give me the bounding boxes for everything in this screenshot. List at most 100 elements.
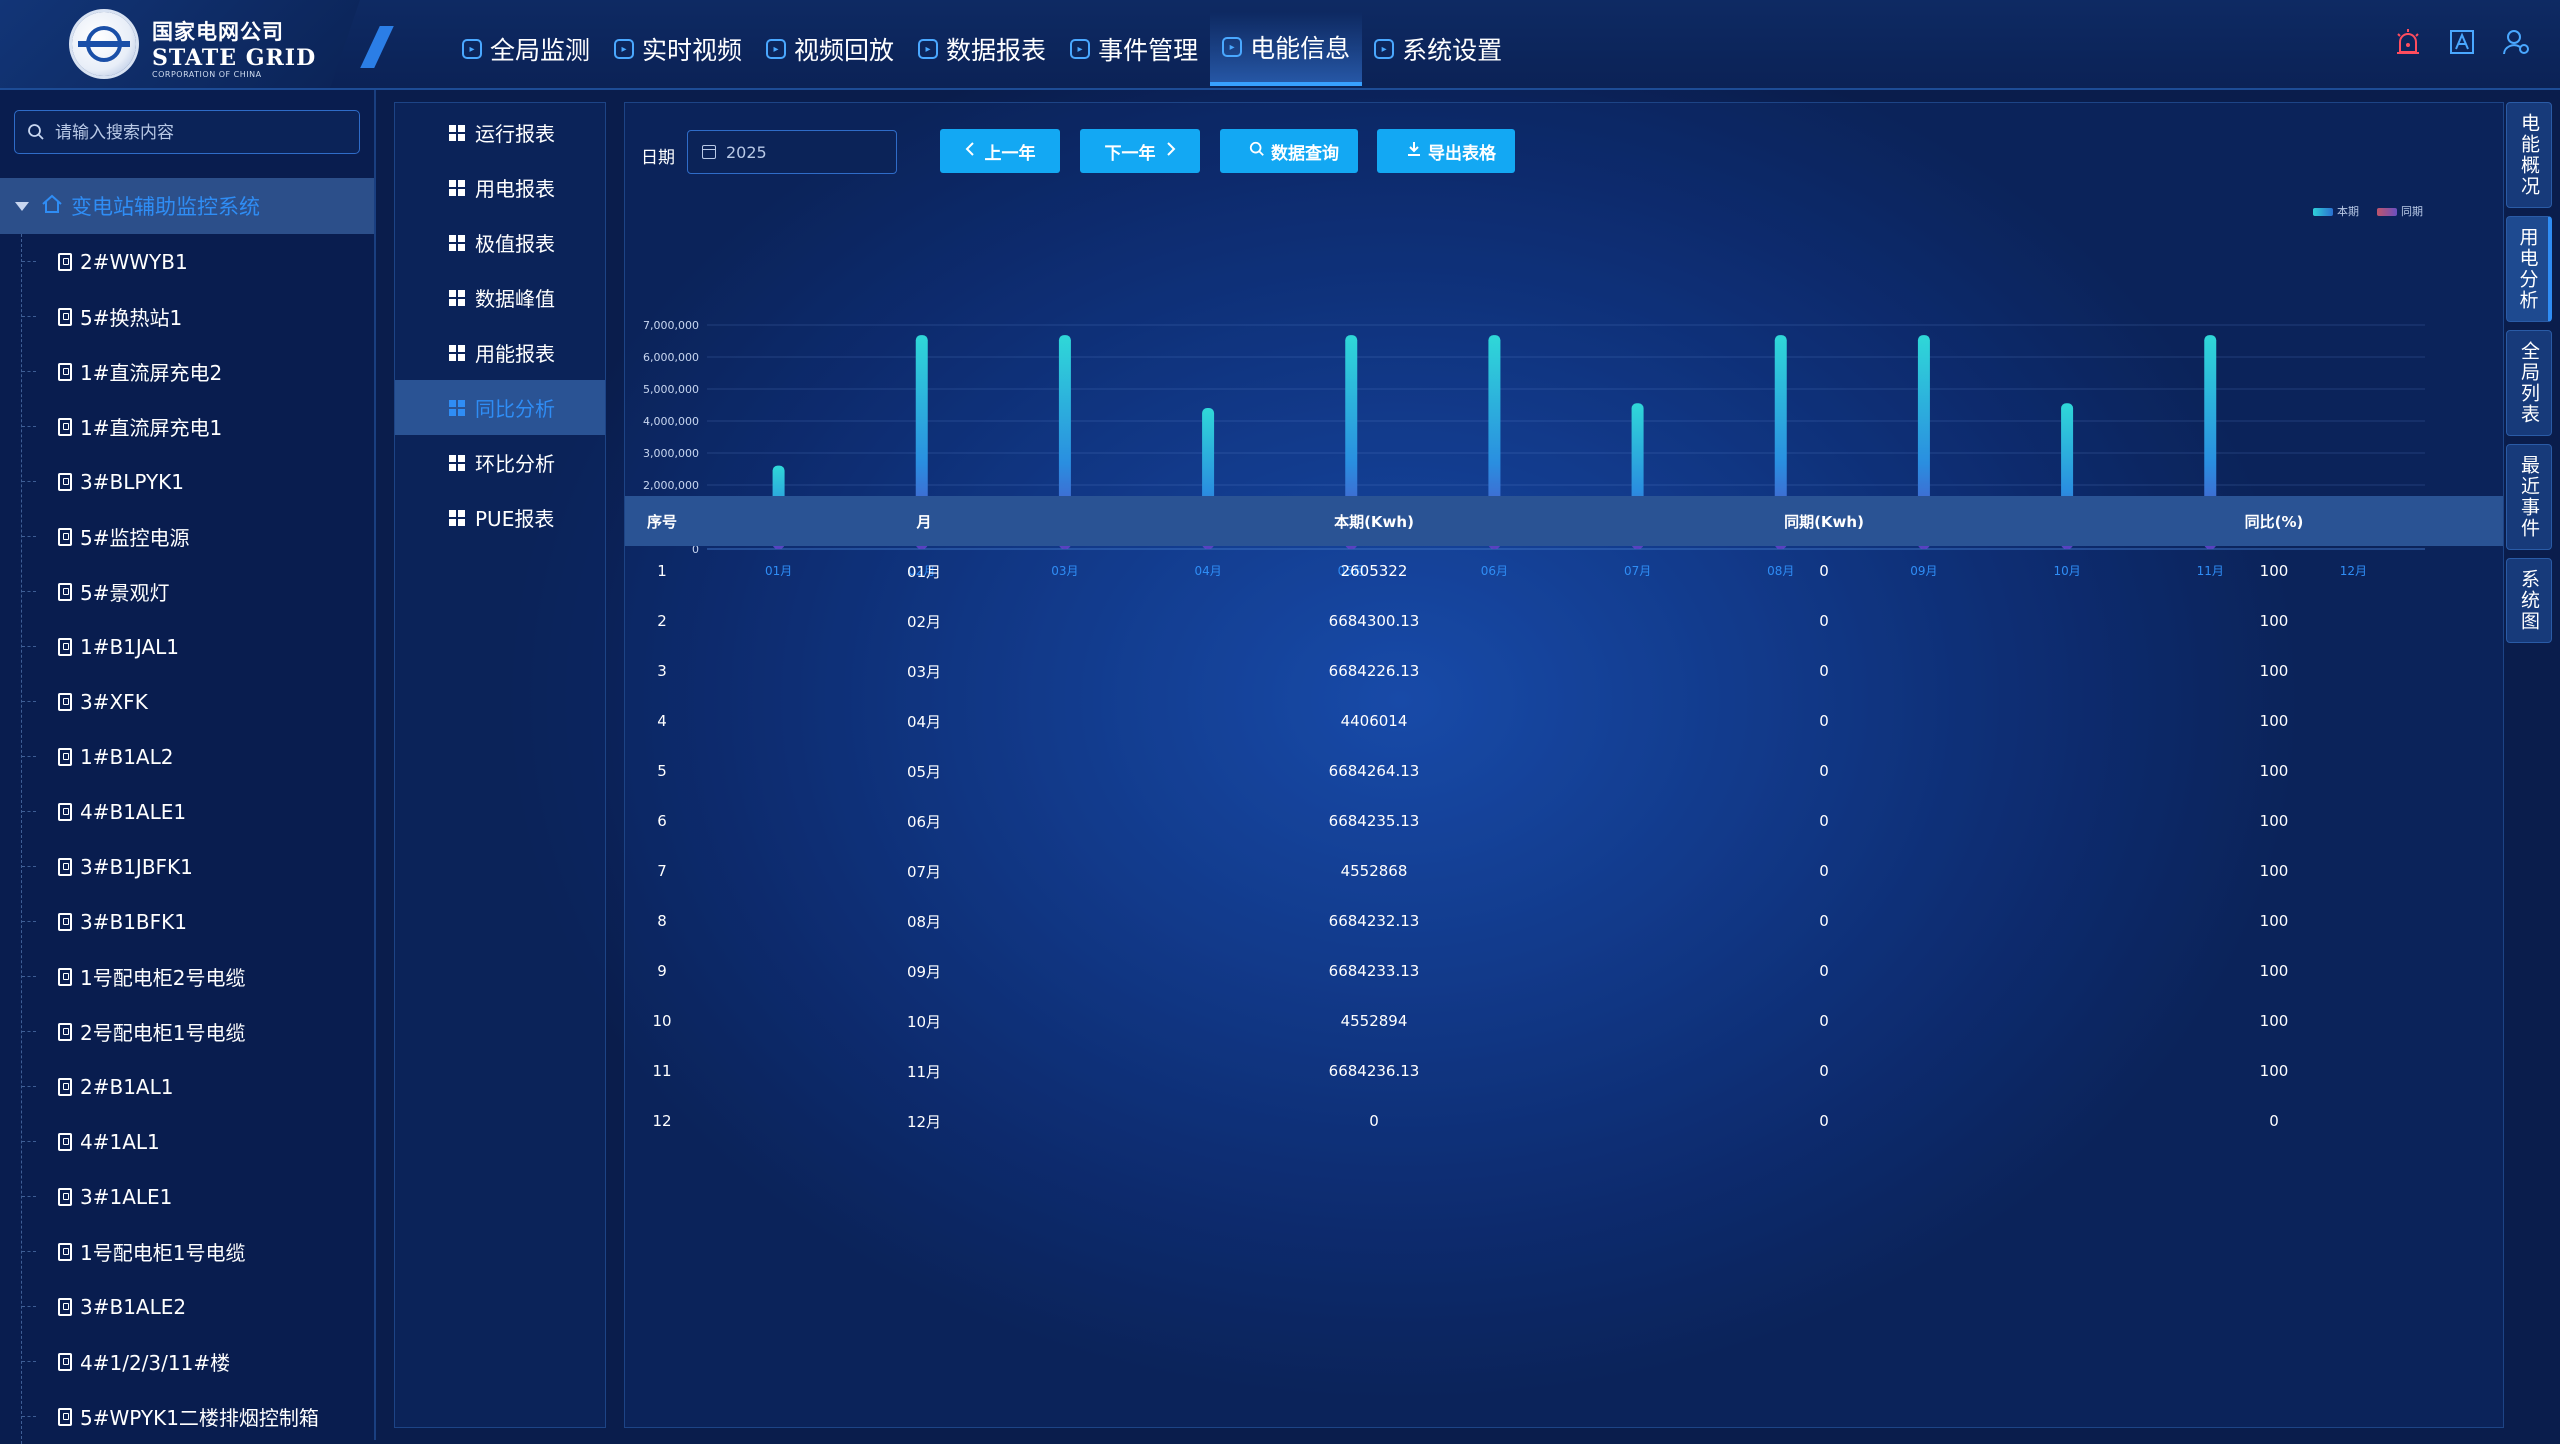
table-body: 1 01月 2605322 0 100 2 02月 6684300.13 0 100 3 03月 668… <box>625 546 2503 1146</box>
tree-item[interactable]: 1#B1JAL1 <box>0 619 374 674</box>
table-row: 12 12月 0 0 0 <box>625 1096 2503 1146</box>
device-meter-icon <box>58 1352 72 1371</box>
tab-power-analysis[interactable]: 用电分析 <box>2506 216 2552 322</box>
menu-item-label: 运行报表 <box>475 122 555 146</box>
y-tick-label: 4,000,000 <box>643 415 699 428</box>
tree-item[interactable]: 1#B1AL2 <box>0 729 374 784</box>
table-cell: 4552868 <box>1340 862 1408 880</box>
tab-global-list[interactable]: 全局列表 <box>2506 330 2552 436</box>
y-tick-label: 3,000,000 <box>643 447 699 460</box>
tab-system-diagram[interactable]: 系统图 <box>2506 558 2552 643</box>
query-button[interactable]: 数据查询 <box>1220 129 1358 173</box>
menu-extreme-report[interactable]: 极值报表 <box>395 215 605 270</box>
tree-root-node[interactable]: 变电站辅助监控系统 <box>0 178 374 234</box>
tree-item[interactable]: 5#景观灯 <box>0 564 374 619</box>
tab-energy-overview[interactable]: 电能概况 <box>2506 102 2552 208</box>
font-a-icon[interactable] <box>2448 28 2476 56</box>
download-icon <box>1406 141 1422 162</box>
tree-item[interactable]: 1#直流屏充电2 <box>0 344 374 399</box>
export-button[interactable]: 导出表格 <box>1377 129 1515 173</box>
table-header-cell: 序号 <box>646 512 677 531</box>
nav-video-replay[interactable]: ▸ 视频回放 <box>754 12 906 86</box>
tree-item[interactable]: 5#换热站1 <box>0 289 374 344</box>
menu-pue-report[interactable]: PUE报表 <box>395 490 605 545</box>
menu-mom-analysis[interactable]: 环比分析 <box>395 435 605 490</box>
table-cell: 100 <box>2259 812 2289 830</box>
device-meter-icon <box>58 472 72 491</box>
nav-system-settings[interactable]: ▸ 系统设置 <box>1362 12 1514 86</box>
table-cell: 6684235.13 <box>1328 812 1420 830</box>
tree-item[interactable]: 5#WPYK1二楼排烟控制箱 <box>0 1389 374 1444</box>
search-input[interactable] <box>53 119 347 147</box>
user-settings-icon[interactable] <box>2502 28 2530 56</box>
nav-label: 事件管理 <box>1098 36 1199 65</box>
right-tab-label: 系统图 <box>2518 569 2540 632</box>
device-meter-icon <box>58 362 72 381</box>
power-icon: ▸ <box>1222 37 1243 57</box>
monitor-icon: ▸ <box>462 39 482 59</box>
settings-icon: ▸ <box>1374 39 1395 59</box>
nav-live-video[interactable]: ▸ 实时视频 <box>602 12 754 86</box>
tab-recent-events[interactable]: 最近事件 <box>2506 444 2552 550</box>
table-header-cell: 同期(Kwh) <box>1784 512 1864 531</box>
next-year-button[interactable]: 下一年 <box>1080 129 1200 173</box>
table-cell: 6684264.13 <box>1328 762 1420 780</box>
tree-item[interactable]: 3#BLPYK1 <box>0 454 374 509</box>
alarm-icon[interactable] <box>2394 28 2422 56</box>
menu-power-report[interactable]: 用电报表 <box>395 160 605 215</box>
menu-yoy-analysis[interactable]: 同比分析 <box>395 380 605 435</box>
table-cell: 6684236.13 <box>1328 1062 1420 1080</box>
nav-data-report[interactable]: ▸ 数据报表 <box>906 12 1058 86</box>
nav-label: 数据报表 <box>946 36 1047 65</box>
tree-item[interactable]: 2#WWYB1 <box>0 234 374 289</box>
tree-item[interactable]: 1号配电柜1号电缆 <box>0 1224 374 1279</box>
tree-item[interactable]: 4#1AL1 <box>0 1114 374 1169</box>
table-cell: 0 <box>1819 762 1829 780</box>
grid-icon <box>449 454 465 471</box>
table-header-cell: 月 <box>916 512 932 531</box>
table-cell: 0 <box>1819 862 1829 880</box>
tree-item-label: 2#WWYB1 <box>80 249 188 274</box>
prev-year-button[interactable]: 上一年 <box>940 129 1060 173</box>
grid-icon <box>449 234 465 251</box>
tree-item[interactable]: 1#直流屏充电1 <box>0 399 374 454</box>
table-cell: 0 <box>1819 612 1829 630</box>
nav-event-management[interactable]: ▸ 事件管理 <box>1058 12 1210 86</box>
table-row: 2 02月 6684300.13 0 100 <box>625 596 2503 646</box>
caret-down-icon[interactable] <box>15 201 29 211</box>
nav-global-monitor[interactable]: ▸ 全局监测 <box>450 12 602 86</box>
menu-energy-report[interactable]: 用能报表 <box>395 325 605 380</box>
table-cell: 0 <box>2269 1112 2279 1130</box>
table-cell: 100 <box>2259 962 2289 980</box>
table-row: 8 08月 6684232.13 0 100 <box>625 896 2503 946</box>
device-meter-icon <box>58 1022 72 1041</box>
tree-item[interactable]: 3#B1BFK1 <box>0 894 374 949</box>
year-picker[interactable]: 2025 <box>687 130 897 174</box>
tree-item[interactable]: 3#B1JBFK1 <box>0 839 374 894</box>
tree-item[interactable]: 3#XFK <box>0 674 374 729</box>
replay-icon: ▸ <box>766 39 787 59</box>
grid-icon <box>449 344 465 361</box>
table-cell: 11月 <box>906 1062 942 1081</box>
tree-item[interactable]: 4#1/2/3/11#楼 <box>0 1334 374 1389</box>
menu-data-peak[interactable]: 数据峰值 <box>395 270 605 325</box>
tree-item[interactable]: 4#B1ALE1 <box>0 784 374 839</box>
tree-item[interactable]: 2#B1AL1 <box>0 1059 374 1114</box>
tree-item-label: 3#XFK <box>80 689 148 714</box>
tree-root-label: 变电站辅助监控系统 <box>71 195 260 219</box>
device-meter-icon <box>58 417 72 436</box>
table-cell: 9 <box>657 962 667 980</box>
menu-run-report[interactable]: 运行报表 <box>395 105 605 160</box>
tree-item[interactable]: 1号配电柜2号电缆 <box>0 949 374 1004</box>
nav-label: 视频回放 <box>794 36 895 65</box>
tree-item-label: 5#监控电源 <box>80 526 190 550</box>
tree-item[interactable]: 3#1ALE1 <box>0 1169 374 1224</box>
table-row: 9 09月 6684233.13 0 100 <box>625 946 2503 996</box>
tree-item[interactable]: 2号配电柜1号电缆 <box>0 1004 374 1059</box>
tree-item[interactable]: 5#监控电源 <box>0 509 374 564</box>
grid-icon <box>449 289 465 306</box>
nav-energy-info[interactable]: ▸ 电能信息 <box>1210 12 1363 86</box>
menu-item-label: 用能报表 <box>475 342 555 366</box>
tree-item-label: 2#B1AL1 <box>80 1074 174 1099</box>
tree-item[interactable]: 3#B1ALE2 <box>0 1279 374 1334</box>
